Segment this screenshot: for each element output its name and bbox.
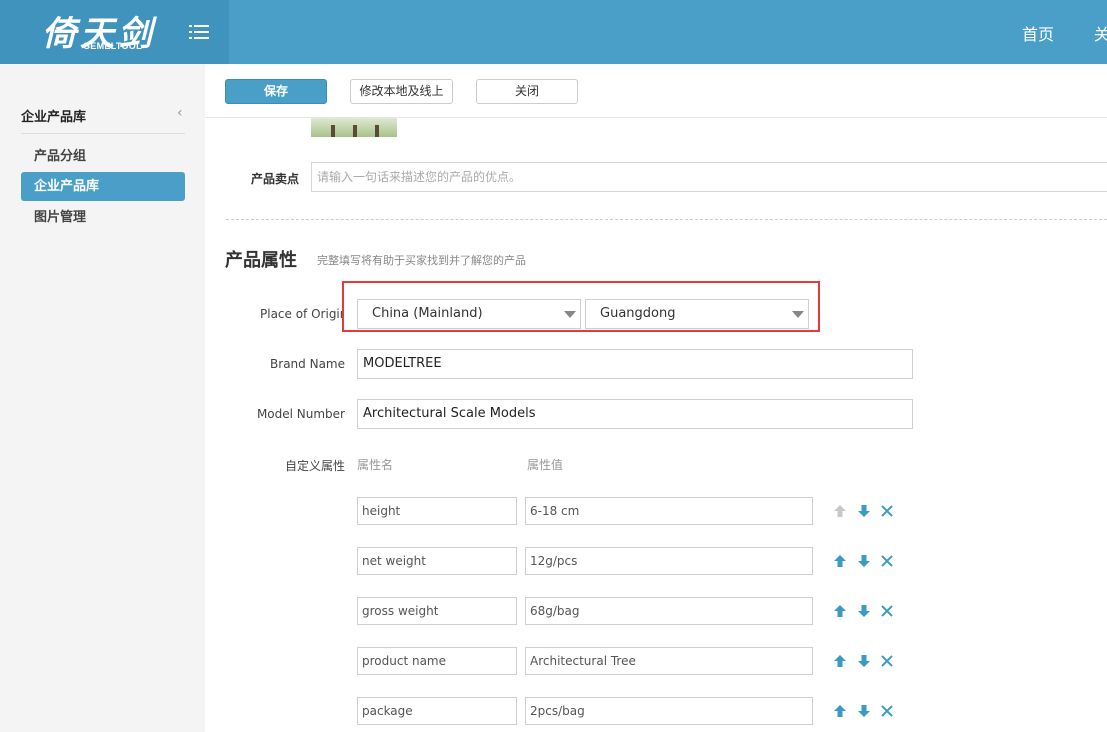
attribute-name-input[interactable]: net weight — [357, 547, 517, 575]
section-hint: 完整填写将有助于买家找到并了解您的产品 — [317, 254, 526, 267]
arrow-down-icon[interactable] — [857, 554, 871, 568]
dropdown-arrow-icon — [564, 311, 576, 318]
arrow-up-icon[interactable] — [833, 654, 847, 668]
country-select-value: China (Mainland) — [372, 306, 483, 321]
country-select[interactable]: China (Mainland) — [357, 299, 581, 329]
chevron-left-icon[interactable]: ‹ — [177, 105, 183, 121]
province-select[interactable]: Guangdong — [585, 299, 809, 329]
close-button[interactable]: 关闭 — [476, 79, 578, 104]
attribute-value-input[interactable]: 12g/pcs — [525, 547, 813, 575]
arrow-up-icon[interactable] — [833, 704, 847, 718]
attribute-name-input[interactable]: height — [357, 497, 517, 525]
section-divider — [226, 219, 1107, 220]
section-title: 产品属性 — [225, 250, 297, 271]
close-icon[interactable] — [880, 654, 894, 668]
main-content: 保存 修改本地及线上 关闭 产品卖点 请输入一句话来描述您的产品的优点。 产品属… — [205, 64, 1107, 732]
arrow-down-icon[interactable] — [857, 704, 871, 718]
brand-name-label: Brand Name — [270, 357, 345, 371]
attribute-name-input[interactable]: gross weight — [357, 597, 517, 625]
attribute-value-header: 属性值 — [527, 458, 564, 472]
attribute-value-input[interactable]: 68g/bag — [525, 597, 813, 625]
sidebar-item-product-library[interactable]: 企业产品库 — [21, 172, 185, 201]
arrow-up-icon[interactable] — [833, 504, 847, 518]
product-image-thumbnail[interactable] — [311, 118, 397, 137]
save-button[interactable]: 保存 — [225, 79, 327, 104]
menu-icon[interactable] — [189, 25, 209, 39]
close-icon[interactable] — [880, 604, 894, 618]
custom-attributes-label: 自定义属性 — [284, 459, 345, 473]
modify-local-online-button[interactable]: 修改本地及线上 — [350, 79, 453, 104]
close-icon[interactable] — [880, 704, 894, 718]
dropdown-arrow-icon — [792, 311, 804, 318]
logo-subtitle: GEMELTOOL — [83, 41, 142, 51]
attribute-name-input[interactable]: product name — [357, 647, 517, 675]
selling-point-label: 产品卖点 — [251, 172, 300, 186]
sidebar-title: 企业产品库 — [21, 110, 87, 125]
arrow-down-icon[interactable] — [857, 654, 871, 668]
attribute-value-input[interactable]: 6-18 cm — [525, 497, 813, 525]
attribute-name-input[interactable]: package — [357, 697, 517, 725]
selling-point-input[interactable]: 请输入一句话来描述您的产品的优点。 — [311, 162, 1107, 192]
attribute-value-input[interactable]: Architectural Tree — [525, 647, 813, 675]
sidebar: 企业产品库 ‹ 产品分组 企业产品库 图片管理 — [0, 64, 205, 732]
province-select-value: Guangdong — [600, 306, 676, 321]
nav-about-link[interactable]: 关 — [1094, 21, 1107, 45]
arrow-up-icon[interactable] — [833, 604, 847, 618]
arrow-down-icon[interactable] — [857, 504, 871, 518]
close-icon[interactable] — [880, 554, 894, 568]
sidebar-item-product-groups[interactable]: 产品分组 — [21, 142, 185, 171]
sidebar-divider — [21, 133, 185, 134]
arrow-down-icon[interactable] — [857, 604, 871, 618]
attribute-name-header: 属性名 — [357, 458, 394, 472]
toolbar: 保存 修改本地及线上 关闭 — [205, 64, 1107, 118]
nav-home-link[interactable]: 首页 — [1022, 21, 1054, 45]
model-number-label: Model Number — [256, 407, 345, 421]
attribute-value-input[interactable]: 2pcs/bag — [525, 697, 813, 725]
model-number-input[interactable]: Architectural Scale Models — [357, 399, 913, 429]
place-of-origin-label: Place of Origin — [260, 307, 342, 321]
sidebar-item-image-management[interactable]: 图片管理 — [21, 203, 185, 232]
top-header: 倚天剑 GEMELTOOL 首页 关 — [0, 0, 1107, 64]
brand-name-input[interactable]: MODELTREE — [357, 349, 913, 379]
arrow-up-icon[interactable] — [833, 554, 847, 568]
close-icon[interactable] — [880, 504, 894, 518]
